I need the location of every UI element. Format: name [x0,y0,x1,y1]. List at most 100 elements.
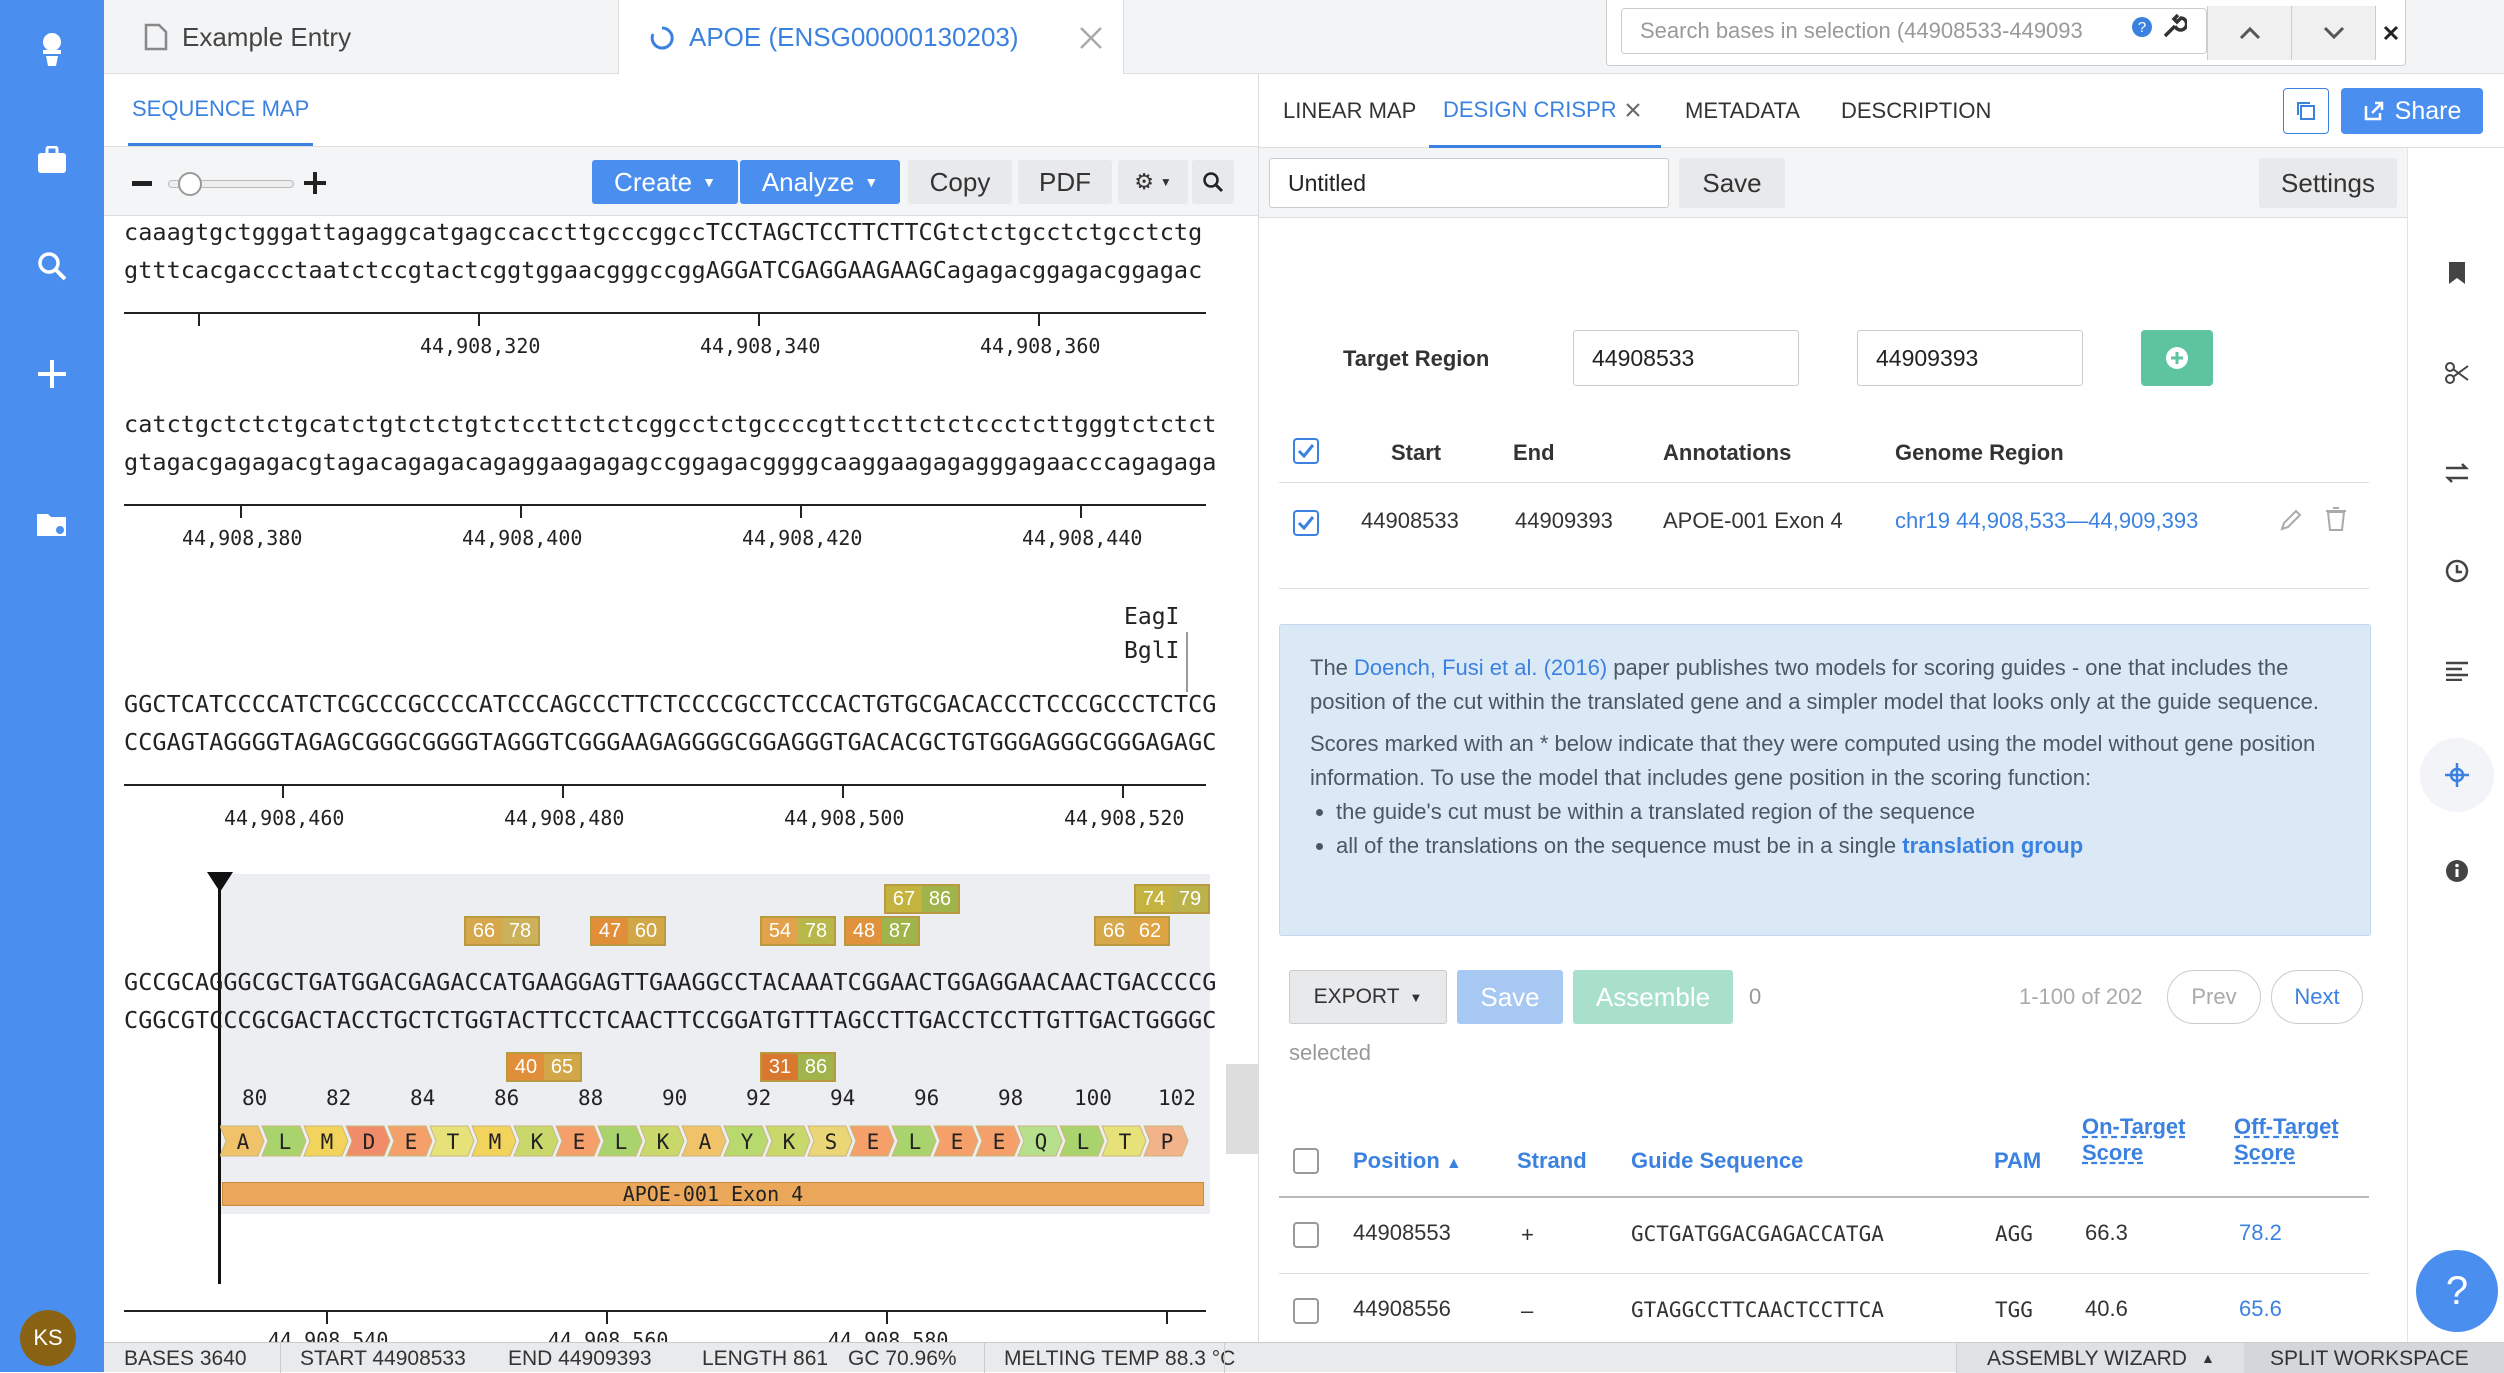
sequence-bottom-strand[interactable]: CCGAGTAGGGGTAGAGCGGGCGGGGTAGGGTCGGGAAGAG… [124,728,1217,756]
analyze-button[interactable]: Analyze ▼ [740,160,900,204]
search-close-button[interactable] [2375,6,2405,60]
sequence-map-panel: SEQUENCE MAP Create ▼ Analyze ▼ Copy PDF ⚙… [104,74,1258,1342]
select-all-guides-checkbox[interactable] [1293,1148,1319,1174]
settings-dropdown-button[interactable]: ⚙ ▼ [1118,160,1188,204]
guide-checkbox[interactable] [1293,1222,1319,1248]
status-gc: GC 70.96% [848,1347,957,1370]
genome-region-link[interactable]: chr19 44,908,533—44,909,393 [1895,508,2198,534]
next-page-button[interactable]: Next [2271,970,2363,1024]
guide-score-chip[interactable]: 66 62 [1094,916,1170,946]
zoom-in-icon[interactable] [304,172,326,194]
zoom-out-icon[interactable] [132,181,152,187]
col-strand[interactable]: Strand [1517,1148,1587,1174]
copy-button[interactable]: Copy [908,160,1012,204]
col-guide-sequence[interactable]: Guide Sequence [1631,1148,1803,1174]
guide-checkbox[interactable] [1293,1298,1319,1324]
bookmark-icon[interactable] [2438,254,2476,292]
sequence-bottom-strand[interactable]: CGGCGTCCCGCGACTACCTGCTCTGGTACTTCCTCAACTT… [124,1006,1217,1034]
doench-paper-link[interactable]: Doench, Fusi et al. (2016) [1354,655,1607,680]
tab-apoe[interactable]: APOE (ENSG00000130203) [618,0,1124,75]
col-pam[interactable]: PAM [1994,1148,2041,1174]
guide-score-chip[interactable]: 31 86 [760,1052,836,1082]
enzyme-label-bgli[interactable]: BglI [1124,638,1179,664]
sequence-view[interactable]: caaagtgctgggattagaggcatgagccaccttgcccggc… [104,216,1226,1342]
prev-page-button[interactable]: Prev [2167,970,2261,1024]
target-end-input[interactable]: 44909393 [1857,330,2083,386]
split-workspace-button[interactable]: SPLIT WORKSPACE [2244,1343,2504,1373]
scissors-icon[interactable] [2438,354,2476,392]
pdf-button[interactable]: PDF [1018,160,1112,204]
search-icon[interactable] [30,244,74,288]
translation-track[interactable]: ALMDETMKELKAYKSELEEQLTP [220,1124,1220,1158]
trash-icon[interactable] [2325,506,2347,532]
wrench-icon[interactable] [2161,14,2187,40]
tab-metadata[interactable]: METADATA [1685,74,1800,148]
tab-linear-map[interactable]: LINEAR MAP [1283,74,1416,148]
help-button[interactable]: ? [2416,1250,2498,1332]
find-button[interactable] [1192,160,1234,204]
off-target-score-link[interactable]: 78.2 [2239,1220,2282,1246]
off-target-score-link[interactable]: 65.6 [2239,1296,2282,1322]
edit-icon[interactable] [2279,508,2303,532]
design-name-input[interactable]: Untitled [1269,158,1669,208]
text-lines-icon[interactable] [2438,652,2476,690]
help-circle-icon[interactable]: ? [2131,16,2153,38]
sequence-top-strand[interactable]: catctgctctctgcatctgtctctgtctccttctctcggc… [124,410,1217,438]
tab-description[interactable]: DESCRIPTION [1841,74,1991,148]
sequence-top-strand[interactable]: GCCGCAGGGCGCTGATGGACGAGACCATGAAGGAGTTGAA… [124,968,1217,996]
sequence-bottom-strand[interactable]: gtagacgagagacgtagacagagacagaggaagagagccg… [124,448,1217,476]
tab-design-crispr[interactable]: DESIGN CRISPR [1429,74,1661,148]
guide-score-chip[interactable]: 54 78 [760,916,836,946]
translation-group-link[interactable]: translation group [1902,833,2083,858]
close-icon[interactable] [1079,26,1103,50]
add-region-button[interactable] [2141,330,2213,386]
exon-feature[interactable]: APOE-001 Exon 4 [222,1182,1204,1206]
region-checkbox[interactable] [1293,510,1319,536]
assemble-button[interactable]: Assemble [1573,970,1733,1024]
guide-score-chip[interactable]: 48 87 [844,916,920,946]
sequence-search-input[interactable]: Search bases in selection (44908533-4490… [1621,8,2207,54]
search-next-button[interactable] [2291,6,2375,60]
guide-score-chip[interactable]: 66 78 [464,916,540,946]
amino-acid-letter: L [1077,1130,1090,1154]
sequence-bottom-strand[interactable]: gtttcacgaccctaatctccgtactcggtggaacgggccg… [124,256,1202,284]
guide-score-chip[interactable]: 47 60 [590,916,666,946]
col-off-target[interactable]: Off-Target Score [2234,1114,2339,1166]
cursor-line[interactable] [218,874,221,1284]
target-start-input[interactable]: 44908533 [1573,330,1799,386]
sequence-top-strand[interactable]: GGCTCATCCCCATCTCGCCCGCCCCATCCCAGCCCTTCTC… [124,690,1217,718]
scrollbar-thumb[interactable] [1226,1064,1258,1154]
history-icon[interactable] [2438,552,2476,590]
search-prev-button[interactable] [2207,6,2291,60]
guide-score-chip[interactable]: 67 86 [884,884,960,914]
briefcase-icon[interactable] [30,138,74,182]
guide-score-chip[interactable]: 74 79 [1134,884,1210,914]
tab-sequence-map[interactable]: SEQUENCE MAP [128,74,314,146]
col-label: Off-Target [2234,1114,2339,1139]
on-target-score: 40 [514,1055,538,1078]
settings-button[interactable]: Settings [2259,158,2397,208]
cursor-caret-icon[interactable] [207,872,233,892]
folder-settings-icon[interactable] [30,502,74,546]
duplicate-button[interactable] [2283,88,2329,134]
export-button[interactable]: EXPORT ▼ [1289,970,1447,1024]
save-guides-button[interactable]: Save [1457,970,1563,1024]
share-button[interactable]: Share [2341,88,2483,134]
col-on-target[interactable]: On-Target Score [2082,1114,2185,1166]
tab-example-entry[interactable]: Example Entry [104,0,618,74]
user-avatar[interactable]: KS [20,1310,76,1366]
save-design-button[interactable]: Save [1679,158,1785,208]
logo-icon[interactable] [30,28,74,72]
guide-score-chip[interactable]: 40 65 [506,1052,582,1082]
create-button[interactable]: Create ▼ [592,160,738,204]
enzyme-label-eagi[interactable]: EagI [1124,604,1179,630]
close-icon[interactable] [1625,102,1641,118]
sequence-top-strand[interactable]: caaagtgctgggattagaggcatgagccaccttgcccggc… [124,218,1202,246]
select-all-regions-checkbox[interactable] [1293,438,1319,464]
crispr-icon[interactable] [2438,756,2476,794]
swap-icon[interactable] [2438,454,2476,492]
info-icon[interactable] [2438,852,2476,890]
plus-icon[interactable] [30,352,74,396]
col-position[interactable]: Position ▲ [1353,1148,1462,1174]
zoom-slider-handle[interactable] [178,172,202,196]
